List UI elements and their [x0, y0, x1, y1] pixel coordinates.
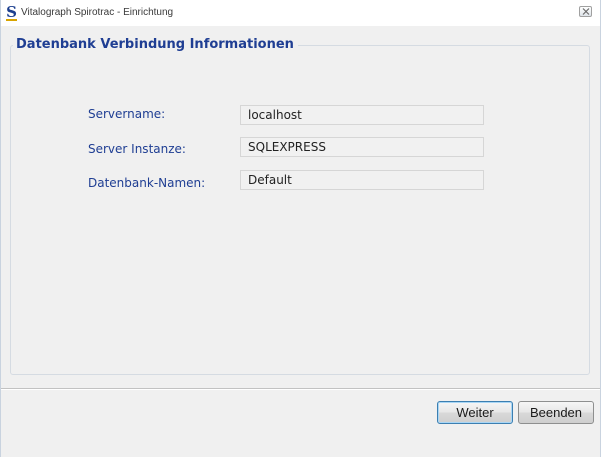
setup-window: S Vitalograph Spirotrac - Einrichtung Da…	[0, 0, 601, 457]
groupbox-title: Datenbank Verbindung Informationen	[13, 37, 298, 52]
footer-separator-highlight	[1, 389, 600, 390]
database-name-label: Datenbank-Namen:	[88, 176, 206, 190]
next-button[interactable]: Weiter	[437, 401, 513, 424]
database-name-field[interactable]	[240, 170, 484, 190]
database-connection-groupbox	[10, 45, 590, 375]
title-bar[interactable]: S Vitalograph Spirotrac - Einrichtung	[1, 0, 600, 26]
servername-field[interactable]	[240, 105, 484, 125]
server-instance-label: Server Instanze:	[88, 142, 186, 156]
servername-label: Servername:	[88, 107, 166, 121]
spirotrac-s-icon: S	[6, 3, 17, 21]
close-button[interactable]	[579, 6, 592, 17]
exit-button[interactable]: Beenden	[518, 401, 594, 424]
server-instance-field[interactable]	[240, 137, 484, 157]
window-title: Vitalograph Spirotrac - Einrichtung	[21, 7, 174, 18]
close-icon	[582, 8, 590, 15]
